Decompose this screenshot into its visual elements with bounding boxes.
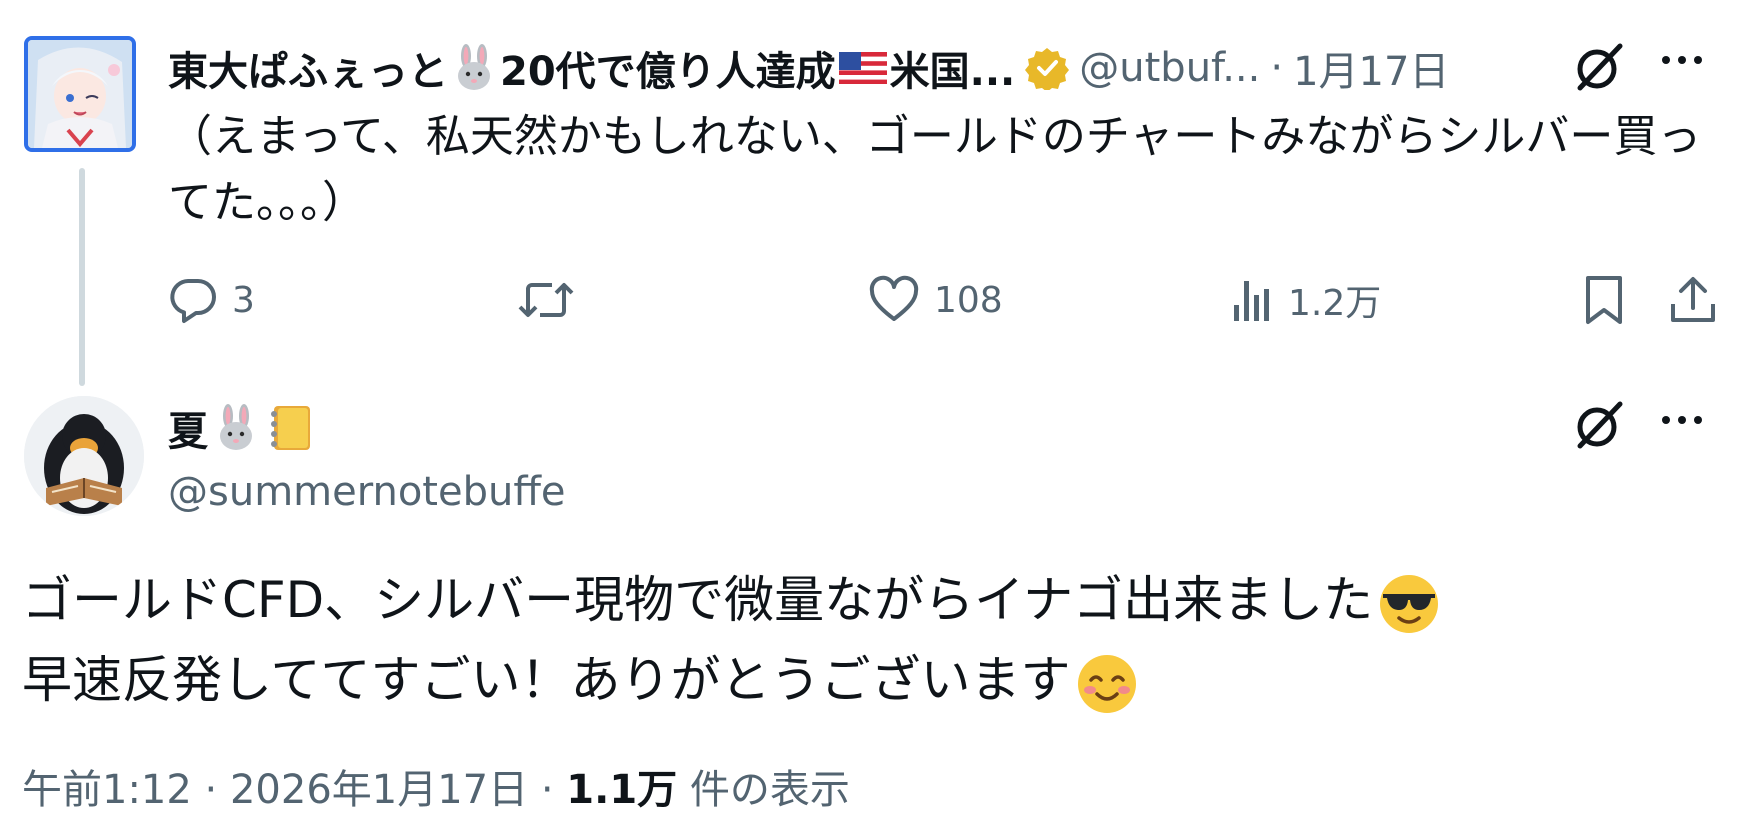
like-icon [869,275,919,321]
more-icon [1662,56,1702,64]
reply-grok-button[interactable] [1572,398,1626,456]
share-icon [1671,277,1715,322]
more-options-button[interactable] [1658,48,1706,76]
reply-tweet-meta: 午前1:12 · 2026年1月17日 · 1.1万 件の表示 [22,762,850,818]
share-button[interactable] [1668,270,1718,330]
us-flag-emoji-icon [838,52,887,84]
views-icon [1234,281,1269,321]
parent-author-avatar[interactable] [24,36,136,152]
repost-button[interactable] [518,270,588,330]
parent-tweet-text: （えまって、私天然かもしれない、ゴールドのチャートみながらシルバー買ってた。。。… [168,111,1702,228]
view-count-label: 件の表示 [689,767,850,813]
parent-author-name[interactable]: 東大ぱふぇっと 20代で億り人達成 米国... [168,39,1015,97]
views-count: 1.2万 [1288,283,1382,324]
reply-text-line-1: ゴールドCFD、シルバー現物で微量ながらイナゴ出来ました [22,560,1441,640]
reply-author-avatar[interactable] [24,396,144,516]
anime-avatar-image [28,40,132,148]
penguin-avatar-image [24,396,144,516]
author-name-part1: 東大ぱふぇっと [168,49,448,95]
header-separator: · [1270,45,1284,91]
post-time[interactable]: 午前1:12 [22,767,192,813]
reply-text-line-2: 早速反発しててすごい！ありがとうございます [22,640,1441,720]
thread-connector-line [79,168,85,386]
reply-count: 3 [232,279,255,321]
post-date[interactable]: 2026年1月17日 [230,767,528,813]
repost-icon [518,283,574,317]
view-count: 1.1万 [566,767,678,813]
rabbit-emoji-icon [458,44,490,90]
reply-icon [170,279,216,323]
like-count: 108 [934,279,1003,321]
grok-button[interactable] [1572,40,1626,98]
views-button[interactable]: 1.2万 [1230,270,1381,330]
reply-line-2-text: 早速反発しててすごい！ありがとうございます [22,651,1071,709]
rabbit-emoji-icon [220,404,252,450]
author-name-part3: 米国... [889,49,1016,95]
like-button[interactable]: 108 [868,270,1003,330]
reply-button[interactable]: 3 [168,270,255,330]
reply-author-handle[interactable]: @summernotebuffe [168,466,566,518]
reply-author-name-text: 夏 [168,409,208,455]
parent-tweet-header: 東大ぱふぇっと 20代で億り人達成 米国... @utbuf... · 1月17… [168,38,1449,98]
sunglasses-emoji-icon [1380,574,1439,633]
grok-icon [1577,401,1623,449]
grok-icon [1577,43,1623,91]
more-icon [1662,416,1702,424]
author-name-part2: 20代で億り人達成 [500,49,836,95]
meta-separator-2: · [540,767,554,813]
reply-more-options-button[interactable] [1658,408,1706,436]
reply-tweet-text: ゴールドCFD、シルバー現物で微量ながらイナゴ出来ました 早速反発しててすごい！… [22,560,1441,720]
notebook-emoji-icon [271,406,310,450]
bookmark-button[interactable] [1582,270,1626,330]
bookmark-icon [1586,276,1622,324]
parent-tweet-actions: 3 108 1.2万 [168,270,1728,330]
reply-author-name[interactable]: 夏 [168,398,316,458]
parent-tweet-date[interactable]: 1月17日 [1293,39,1449,97]
parent-author-handle[interactable]: @utbuf... [1079,45,1260,91]
verified-badge-icon [1025,46,1070,90]
meta-separator-1: · [204,767,218,813]
reply-line-1-text: ゴールドCFD、シルバー現物で微量ながらイナゴ出来ました [22,571,1374,629]
tweet-thread: 東大ぱふぇっと 20代で億り人達成 米国... @utbuf... · 1月17… [0,0,1756,832]
smiling-emoji-icon [1077,654,1136,713]
